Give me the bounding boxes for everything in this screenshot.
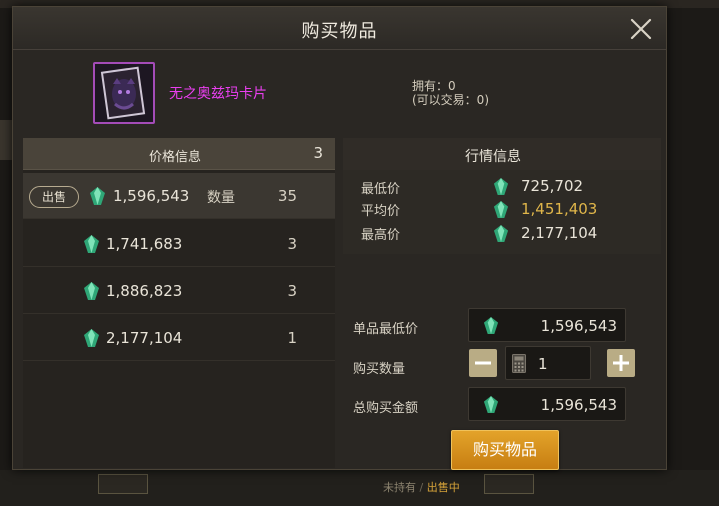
buy-item-button[interactable]: 购买物品 — [451, 430, 559, 470]
row-price: 1,886,823 — [106, 282, 183, 300]
purchase-dialog: 购买物品 无之奥兹玛卡片 拥有：0 (可以交易：0) 价格信息 3 出售 1,5… — [12, 6, 667, 470]
quantity-decrease-button[interactable] — [469, 349, 497, 377]
price-list-header: 价格信息 3 — [23, 138, 335, 170]
hint-separator: / — [419, 481, 424, 494]
gem-currency-icon — [493, 201, 509, 218]
total-amount-label: 总购买金额 — [353, 401, 419, 416]
quantity-input[interactable]: 1 — [505, 346, 591, 380]
quantity-value: 1 — [538, 355, 548, 373]
gem-currency-icon — [483, 396, 499, 413]
plus-icon — [613, 355, 629, 371]
gem-currency-icon — [84, 329, 99, 347]
unit-min-price-label: 单品最低价 — [353, 322, 419, 337]
price-row[interactable]: 2,177,104 1 — [23, 315, 335, 361]
background-card-slot-right — [484, 474, 534, 494]
sell-badge: 出售 — [29, 186, 79, 208]
close-icon — [630, 18, 652, 40]
row-price: 1,596,543 — [113, 187, 190, 205]
min-price-label: 最低价 — [361, 182, 401, 197]
background-left-strip — [0, 120, 12, 160]
hint-selling: 出售中 — [426, 481, 460, 494]
row-qty: 3 — [287, 235, 297, 253]
row-qty: 3 — [287, 282, 297, 300]
gem-currency-icon — [90, 187, 105, 205]
quantity-label: 购买数量 — [353, 362, 406, 377]
market-title: 行情信息 — [465, 149, 521, 165]
gem-currency-icon — [493, 178, 509, 195]
row-qty: 35 — [277, 187, 297, 205]
dialog-titlebar: 购买物品 — [13, 7, 666, 50]
item-name: 无之奥兹玛卡片 — [169, 86, 267, 102]
market-info-box: 最低价 725,702 平均价 1,451,403 最高价 2,177,104 — [343, 170, 661, 254]
dialog-title: 购买物品 — [301, 21, 378, 42]
hint-not-owned: 未持有 — [383, 481, 416, 494]
row-qty: 1 — [287, 329, 297, 347]
market-panel: 行情信息 最低价 725,702 平均价 1,451,403 最高价 2,177… — [343, 138, 661, 470]
gem-currency-icon — [493, 225, 509, 242]
price-list-count: 3 — [313, 144, 323, 162]
gem-currency-icon — [483, 317, 499, 334]
background-card-slot-left — [98, 474, 148, 494]
price-row[interactable]: 1,886,823 3 — [23, 268, 335, 314]
min-price-value: 725,702 — [521, 177, 584, 195]
gem-currency-icon — [84, 235, 99, 253]
row-price: 1,741,683 — [106, 235, 183, 253]
tradable-count: (可以交易：0) — [412, 93, 489, 107]
row-qty-label: 数量 — [207, 190, 235, 206]
quantity-increase-button[interactable] — [607, 349, 635, 377]
total-amount-field: 1,596,543 — [468, 387, 626, 421]
max-price-value: 2,177,104 — [521, 224, 598, 242]
max-price-label: 最高价 — [361, 228, 401, 243]
price-list-panel: 价格信息 3 出售 1,596,543 数量 35 1,741,683 3 1,… — [23, 138, 335, 468]
market-header: 行情信息 — [343, 138, 661, 170]
avg-price-label: 平均价 — [361, 204, 401, 219]
avg-price-value: 1,451,403 — [521, 200, 598, 218]
item-card-icon — [93, 62, 155, 124]
total-amount-value: 1,596,543 — [540, 396, 617, 414]
close-button[interactable] — [628, 16, 654, 42]
price-row[interactable]: 出售 1,596,543 数量 35 — [23, 173, 335, 219]
price-list-title: 价格信息 — [149, 150, 202, 165]
unit-min-price-value: 1,596,543 — [540, 317, 617, 335]
unit-min-price-field: 1,596,543 — [468, 308, 626, 342]
price-row[interactable]: 1,741,683 3 — [23, 221, 335, 267]
row-price: 2,177,104 — [106, 329, 183, 347]
calculator-icon — [512, 354, 526, 373]
minus-icon — [475, 361, 491, 365]
background-status-hint: 未持有 / 出售中 — [383, 479, 460, 495]
gem-currency-icon — [84, 282, 99, 300]
